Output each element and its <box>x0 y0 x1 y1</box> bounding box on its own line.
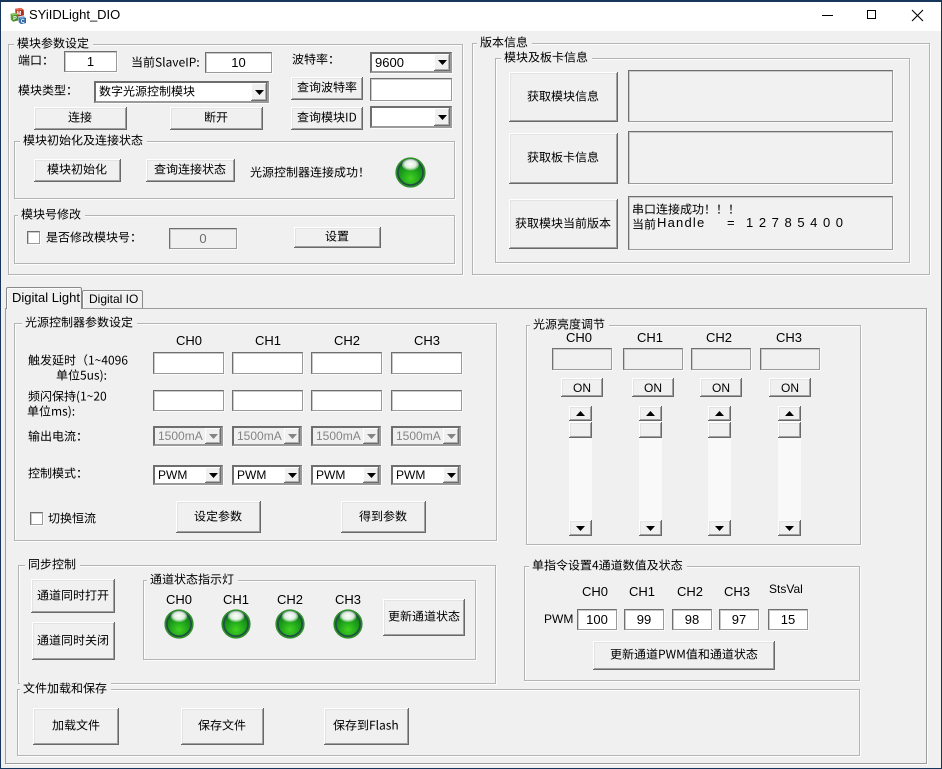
svg-text:P: P <box>13 16 17 22</box>
svg-text:C: C <box>21 19 25 24</box>
